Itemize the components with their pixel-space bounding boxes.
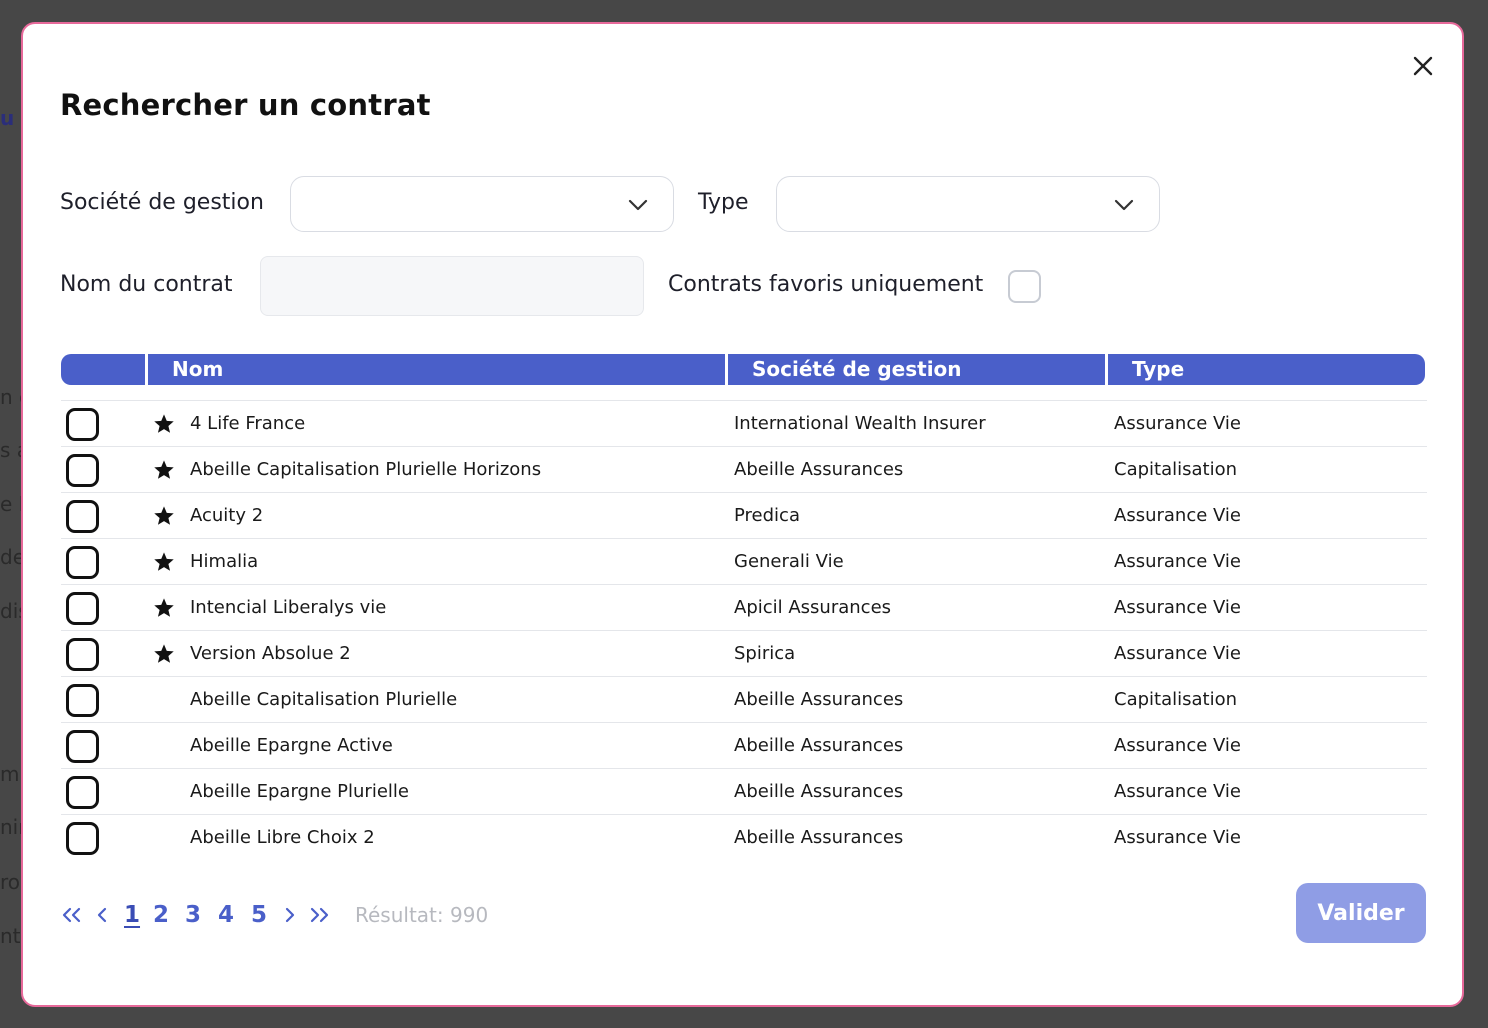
type-select[interactable] (776, 176, 1160, 232)
page-2-link[interactable]: 2 (153, 900, 169, 930)
row-checkbox[interactable] (66, 822, 99, 855)
contract-societe: Abeille Assurances (734, 827, 904, 848)
column-divider (1105, 354, 1108, 385)
contract-name: Himalia (190, 551, 259, 572)
table-row[interactable]: Acuity 2 Predica Assurance Vie (61, 492, 1427, 538)
page-1-link[interactable]: 1 (124, 900, 140, 930)
contract-name: Abeille Epargne Active (190, 735, 393, 756)
favoris-label: Contrats favoris uniquement (668, 272, 984, 297)
contract-name: Abeille Capitalisation Plurielle (190, 689, 458, 710)
star-icon (154, 506, 174, 525)
contract-type: Assurance Vie (1114, 735, 1242, 756)
societe-label: Société de gestion (60, 190, 264, 215)
result-count: Résultat: 990 (355, 903, 489, 927)
table-row[interactable]: Abeille Capitalisation Plurielle Abeille… (61, 676, 1427, 722)
row-checkbox[interactable] (66, 592, 99, 625)
contract-societe: Apicil Assurances (734, 597, 892, 618)
table-row[interactable]: Abeille Epargne Active Abeille Assurance… (61, 722, 1427, 768)
page-5-link[interactable]: 5 (251, 900, 267, 930)
row-checkbox[interactable] (66, 776, 99, 809)
contract-type: Assurance Vie (1114, 551, 1242, 572)
chevron-right-icon[interactable] (278, 900, 302, 930)
page-3-link[interactable]: 3 (185, 900, 201, 930)
star-icon (154, 552, 174, 571)
table-row[interactable]: Abeille Libre Choix 2 Abeille Assurances… (61, 814, 1427, 860)
table-row[interactable]: Himalia Generali Vie Assurance Vie (61, 538, 1427, 584)
close-icon (1413, 56, 1433, 76)
contract-type: Assurance Vie (1114, 781, 1242, 802)
star-icon (154, 598, 174, 617)
contract-type: Assurance Vie (1114, 827, 1242, 848)
background-text: nt (0, 924, 21, 948)
type-label: Type (698, 190, 749, 215)
background-text: ro (0, 870, 21, 894)
chevron-down-icon (628, 199, 648, 211)
star-icon (154, 414, 174, 433)
contract-societe: Predica (734, 505, 800, 526)
column-divider (145, 354, 148, 385)
contract-name: Intencial Liberalys vie (190, 597, 387, 618)
valider-button[interactable]: Valider (1296, 883, 1426, 943)
table-row[interactable]: Version Absolue 2 Spirica Assurance Vie (61, 630, 1427, 676)
contract-name: Abeille Capitalisation Plurielle Horizon… (190, 459, 542, 480)
table-row[interactable]: Abeille Capitalisation Plurielle Horizon… (61, 446, 1427, 492)
societe-select[interactable] (290, 176, 674, 232)
contract-name: Abeille Epargne Plurielle (190, 781, 409, 802)
contract-type: Assurance Vie (1114, 505, 1242, 526)
contract-type: Capitalisation (1114, 459, 1238, 480)
double-chevron-right-icon[interactable] (307, 900, 331, 930)
modal-title: Rechercher un contrat (60, 88, 431, 122)
contract-type: Assurance Vie (1114, 413, 1242, 434)
contract-type: Capitalisation (1114, 689, 1238, 710)
nom-contrat-input[interactable] (260, 256, 644, 316)
double-chevron-left-icon[interactable] (60, 900, 84, 930)
page-4-link[interactable]: 4 (218, 900, 234, 930)
contract-type: Assurance Vie (1114, 643, 1242, 664)
contract-societe: Abeille Assurances (734, 459, 904, 480)
chevron-left-icon[interactable] (90, 900, 114, 930)
contract-societe: Abeille Assurances (734, 781, 904, 802)
chevron-down-icon (1114, 199, 1134, 211)
star-icon (154, 460, 174, 479)
row-checkbox[interactable] (66, 408, 99, 441)
contract-societe: Abeille Assurances (734, 735, 904, 756)
row-checkbox[interactable] (66, 684, 99, 717)
contract-name: Abeille Libre Choix 2 (190, 827, 375, 848)
contract-name: 4 Life France (190, 413, 306, 434)
row-checkbox[interactable] (66, 638, 99, 671)
contract-societe: Generali Vie (734, 551, 844, 572)
star-icon (154, 644, 174, 663)
search-contract-modal: Rechercher un contrat Société de gestion… (21, 22, 1464, 1007)
column-header-nom[interactable]: Nom (172, 354, 223, 385)
contract-societe: International Wealth Insurer (734, 413, 986, 434)
table-row[interactable]: 4 Life France International Wealth Insur… (61, 400, 1427, 446)
column-divider (725, 354, 728, 385)
nom-contrat-label: Nom du contrat (60, 272, 233, 297)
column-header-type[interactable]: Type (1132, 354, 1184, 385)
contract-societe: Abeille Assurances (734, 689, 904, 710)
table-row[interactable]: Abeille Epargne Plurielle Abeille Assura… (61, 768, 1427, 814)
row-checkbox[interactable] (66, 546, 99, 579)
row-checkbox[interactable] (66, 454, 99, 487)
favoris-checkbox[interactable] (1008, 270, 1041, 303)
contract-name: Version Absolue 2 (190, 643, 351, 664)
contract-type: Assurance Vie (1114, 597, 1242, 618)
table-header: Nom Société de gestion Type (61, 354, 1425, 385)
table-row[interactable]: Intencial Liberalys vie Apicil Assurance… (61, 584, 1427, 630)
contract-name: Acuity 2 (190, 505, 264, 526)
column-header-societe[interactable]: Société de gestion (752, 354, 962, 385)
row-checkbox[interactable] (66, 730, 99, 763)
row-checkbox[interactable] (66, 500, 99, 533)
close-button[interactable] (1408, 51, 1438, 81)
contract-societe: Spirica (734, 643, 796, 664)
